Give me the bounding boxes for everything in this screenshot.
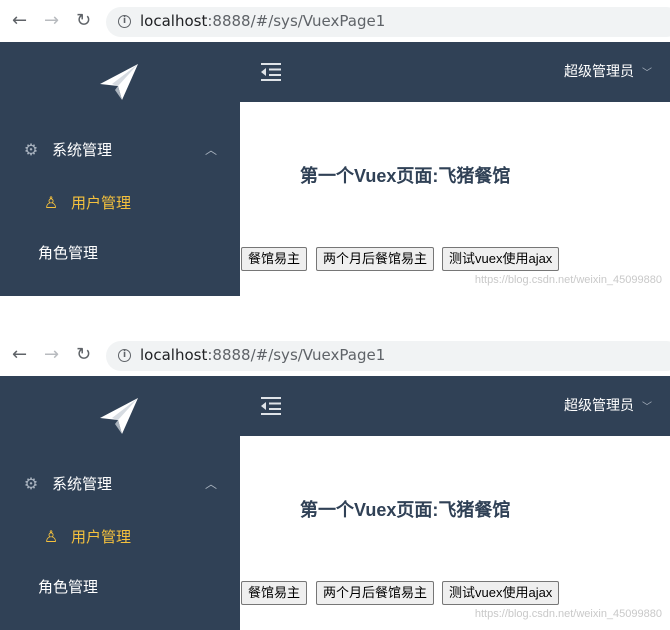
gear-icon: ⚙ — [23, 474, 39, 493]
back-icon[interactable]: ← — [12, 344, 27, 366]
browser-toolbar: ← → ↻ i localhost:8888/#/sys/VuexPage1 — [0, 0, 670, 42]
watermark: https://blog.csdn.net/weixin_45099880 — [474, 608, 662, 620]
user-name: 超级管理员 — [564, 398, 634, 414]
url-text[interactable]: localhost:8888/#/sys/VuexPage1 — [140, 346, 385, 364]
url-host: localhost — [140, 12, 208, 30]
menu-fold-icon[interactable] — [260, 62, 282, 82]
screenshot-panel-1: ← → ↻ i localhost:8888/#/sys/VuexPage1 ⚙… — [0, 0, 670, 296]
forward-icon[interactable]: → — [44, 10, 59, 32]
sidebar-item-label: 用户管理 — [71, 194, 132, 212]
main-content: 第一个Vuex页面:飞猪餐馆 餐馆易主 两个月后餐馆易主 测试vuex使用aja… — [240, 436, 670, 630]
sidebar: ⚙ 系统管理 ︿ ♙ 用户管理 角色管理 — [0, 376, 240, 630]
chevron-up-icon: ︿ — [205, 477, 218, 491]
reload-icon[interactable]: ↻ — [76, 10, 91, 32]
sidebar-item-system[interactable]: ⚙ 系统管理 ︿ — [0, 130, 240, 170]
delayed-transfer-button[interactable]: 两个月后餐馆易主 — [316, 247, 435, 271]
url-text[interactable]: localhost:8888/#/sys/VuexPage1 — [140, 12, 385, 30]
screenshot-panel-2: ← → ↻ i localhost:8888/#/sys/VuexPage1 ⚙… — [0, 334, 670, 630]
transfer-restaurant-button[interactable]: 餐馆易主 — [241, 247, 308, 271]
back-icon[interactable]: ← — [12, 10, 27, 32]
sidebar-item-users[interactable]: ♙ 用户管理 — [0, 517, 240, 557]
sidebar-item-label: 系统管理 — [52, 475, 113, 493]
sidebar-item-label: 系统管理 — [52, 141, 113, 159]
sidebar-item-label: 用户管理 — [71, 528, 132, 546]
gear-icon: ⚙ — [23, 140, 39, 159]
paper-plane-icon[interactable] — [98, 60, 140, 102]
menu-fold-icon[interactable] — [260, 396, 282, 416]
address-bar[interactable]: i localhost:8888/#/sys/VuexPage1 — [106, 341, 670, 371]
browser-toolbar: ← → ↻ i localhost:8888/#/sys/VuexPage1 — [0, 334, 670, 376]
chevron-up-icon: ︿ — [205, 143, 218, 157]
sidebar-item-label: 角色管理 — [38, 244, 99, 262]
sidebar: ⚙ 系统管理 ︿ ♙ 用户管理 角色管理 — [0, 42, 240, 296]
test-ajax-button[interactable]: 测试vuex使用ajax — [442, 581, 560, 605]
reload-icon[interactable]: ↻ — [76, 344, 91, 366]
forward-icon[interactable]: → — [44, 344, 59, 366]
user-icon: ♙ — [43, 193, 59, 212]
paper-plane-icon[interactable] — [98, 394, 140, 436]
user-menu[interactable]: 超级管理员 ﹀ — [564, 42, 652, 104]
transfer-restaurant-button[interactable]: 餐馆易主 — [241, 581, 308, 605]
url-host: localhost — [140, 346, 208, 364]
address-bar[interactable]: i localhost:8888/#/sys/VuexPage1 — [106, 7, 670, 37]
sidebar-item-roles[interactable]: 角色管理 — [0, 233, 240, 273]
chevron-down-icon: ﹀ — [642, 402, 652, 413]
url-path: :8888/#/sys/VuexPage1 — [207, 12, 386, 30]
sidebar-item-system[interactable]: ⚙ 系统管理 ︿ — [0, 464, 240, 504]
info-icon[interactable]: i — [118, 349, 131, 362]
watermark: https://blog.csdn.net/weixin_45099880 — [474, 274, 662, 286]
header-bar: 超级管理员 ﹀ — [240, 376, 670, 436]
sidebar-item-label: 角色管理 — [38, 578, 99, 596]
user-name: 超级管理员 — [564, 64, 634, 80]
chevron-down-icon: ﹀ — [642, 68, 652, 79]
user-menu[interactable]: 超级管理员 ﹀ — [564, 376, 652, 438]
user-icon: ♙ — [43, 527, 59, 546]
header-bar: 超级管理员 ﹀ — [240, 42, 670, 102]
url-path: :8888/#/sys/VuexPage1 — [207, 346, 386, 364]
page-title: 第一个Vuex页面:飞猪餐馆 — [300, 500, 511, 520]
test-ajax-button[interactable]: 测试vuex使用ajax — [442, 247, 560, 271]
sidebar-item-roles[interactable]: 角色管理 — [0, 567, 240, 607]
sidebar-item-users[interactable]: ♙ 用户管理 — [0, 183, 240, 223]
main-content: 第一个Vuex页面:飞猪餐馆 餐馆易主 两个月后餐馆易主 测试vuex使用aja… — [240, 102, 670, 296]
delayed-transfer-button[interactable]: 两个月后餐馆易主 — [316, 581, 435, 605]
page-title: 第一个Vuex页面:飞猪餐馆 — [300, 166, 511, 186]
info-icon[interactable]: i — [118, 15, 131, 28]
